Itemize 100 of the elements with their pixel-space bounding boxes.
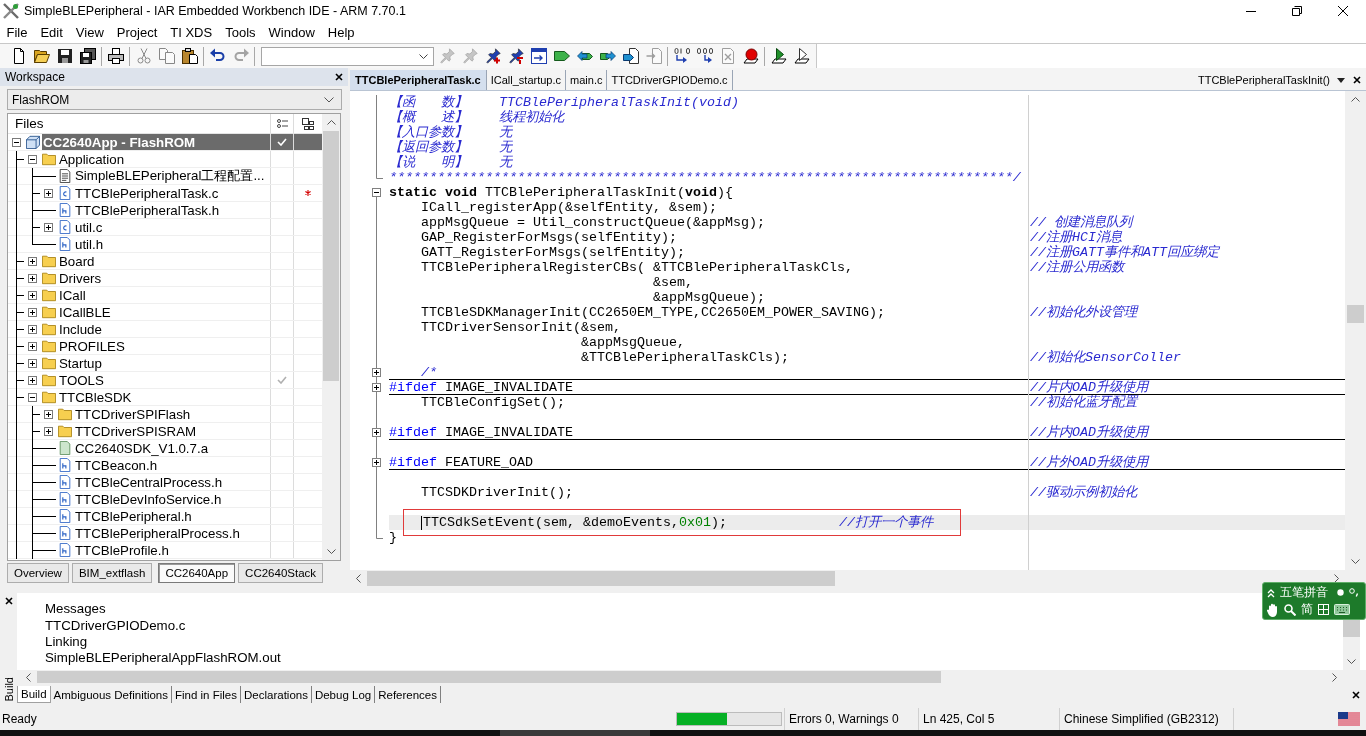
minimize-icon[interactable] [1246, 10, 1256, 12]
scrollbar-thumb[interactable] [323, 131, 339, 381]
play-icon[interactable] [770, 48, 787, 64]
function-dropdown[interactable]: TTCBlePeripheralTaskInit() [1197, 70, 1345, 90]
binary-arrow-icon[interactable] [673, 48, 690, 64]
plus-box-icon[interactable] [372, 368, 381, 377]
menu-item[interactable]: Window [262, 25, 322, 40]
plus-box-icon[interactable] [27, 375, 37, 385]
double-chevron-up-icon[interactable] [1267, 587, 1275, 598]
notepad-icon [58, 169, 72, 183]
punctuation-icon[interactable] [1349, 588, 1359, 597]
menu-item[interactable]: Tools [218, 25, 263, 40]
close-icon[interactable] [335, 73, 343, 81]
output-tab[interactable]: Debug Log [311, 686, 376, 703]
plus-box-icon[interactable] [43, 409, 53, 419]
output-tab[interactable]: Build [17, 686, 51, 703]
editor-tab[interactable]: ICall_startup.c [486, 70, 567, 90]
vertical-scrollbar[interactable] [322, 114, 340, 560]
minus-box-icon[interactable] [372, 188, 381, 197]
code-line: TTCSdkSetEvent(sem, &demoEvents,0x01); //打开一个事件 [423, 515, 933, 530]
plus-box-icon[interactable] [372, 458, 381, 467]
minus-box-icon[interactable] [11, 137, 21, 147]
plus-box-icon[interactable] [27, 341, 37, 351]
tag-icon[interactable] [553, 48, 570, 64]
find-combo-field[interactable] [261, 46, 434, 66]
restore-icon[interactable] [1292, 6, 1302, 16]
close-icon[interactable] [4, 597, 13, 605]
code-line: 【返回参数】 无 [389, 140, 512, 155]
charset-toggle[interactable]: 简 [1301, 601, 1313, 618]
dot-icon[interactable] [1337, 589, 1344, 596]
menu-item[interactable]: File [0, 25, 34, 40]
plus-box-icon[interactable] [43, 222, 53, 232]
code-file-icon [58, 543, 72, 557]
plus-box-icon[interactable] [372, 428, 381, 437]
pushpin-arrow-icon[interactable] [507, 48, 524, 64]
menu-item[interactable]: Help [321, 25, 362, 40]
hand-icon[interactable] [1267, 602, 1279, 617]
dot-on-plate-icon[interactable] [742, 48, 759, 64]
configuration-dropdown[interactable]: FlashROM [7, 89, 342, 110]
editor-tab[interactable]: main.c [566, 70, 608, 90]
plus-box-icon[interactable] [27, 273, 37, 283]
chevron-left-icon[interactable] [26, 672, 31, 682]
menu-item[interactable]: Project [110, 25, 164, 40]
minus-box-icon[interactable] [27, 392, 37, 402]
plus-box-icon[interactable] [43, 188, 53, 198]
chevron-left-icon[interactable] [356, 574, 361, 583]
tag-left-arrow-icon[interactable] [576, 48, 593, 64]
vertical-scrollbar[interactable] [1345, 91, 1366, 570]
search-icon[interactable] [1284, 603, 1296, 616]
chevron-right-icon[interactable] [1332, 672, 1337, 682]
output-tab[interactable]: Find in Files [172, 686, 241, 703]
chevron-down-icon[interactable] [1351, 559, 1360, 564]
plus-box-icon[interactable] [27, 290, 37, 300]
play-outline-icon[interactable] [793, 48, 810, 64]
keyboard-icon[interactable] [1334, 604, 1350, 615]
plus-box-icon[interactable] [372, 383, 381, 392]
workspace-tab[interactable]: CC2640App [158, 563, 236, 583]
caret-icon [419, 53, 428, 59]
plus-box-icon[interactable] [27, 358, 37, 368]
output-tab[interactable]: Declarations [241, 686, 312, 703]
scrollbar-thumb[interactable] [37, 671, 941, 683]
chevron-down-icon[interactable] [326, 549, 336, 554]
binary-arrow-icon[interactable] [696, 48, 713, 64]
code-line: &appMsgQueue); [652, 290, 765, 305]
clipboard-icon[interactable] [181, 48, 198, 64]
editor-tab[interactable]: TTCDriverGPIODemo.c [607, 70, 733, 90]
plus-box-icon[interactable] [27, 256, 37, 266]
workspace-tab[interactable]: BIM_extflash [71, 563, 153, 583]
chevron-up-icon[interactable] [326, 120, 336, 125]
open-folder-icon[interactable] [33, 48, 50, 64]
printer-icon[interactable] [107, 48, 124, 64]
window-title: SimpleBLEPeripheral - IAR Embedded Workbench IDE - ARM 7.70.1 [24, 4, 406, 18]
workspace-tab[interactable]: Overview [7, 563, 69, 583]
input-mode[interactable]: 五笔拼音 [1280, 584, 1328, 601]
editor-tab[interactable]: TTCBlePeripheralTask.c [350, 70, 487, 90]
chevron-down-icon[interactable] [1347, 659, 1356, 664]
output-tab[interactable]: Ambiguous Definitions [50, 686, 172, 703]
pushpin-plus-icon[interactable] [484, 48, 501, 64]
floppy-disks-icon[interactable] [79, 48, 96, 64]
chevron-up-icon[interactable] [1351, 97, 1360, 102]
close-icon[interactable] [1353, 76, 1361, 84]
close-icon[interactable] [1338, 6, 1348, 16]
menu-item[interactable]: Edit [33, 25, 70, 40]
plus-box-icon[interactable] [27, 307, 37, 317]
scrollbar-thumb[interactable] [1347, 305, 1364, 323]
menu-item[interactable]: TI XDS [163, 25, 219, 40]
flag-icon[interactable] [1338, 712, 1360, 726]
output-tab[interactable]: References [375, 686, 441, 703]
grid-icon[interactable] [1318, 604, 1329, 615]
menu-item[interactable]: View [69, 25, 111, 40]
workspace-tab[interactable]: CC2640Stack [238, 563, 324, 583]
close-icon[interactable] [1352, 690, 1360, 699]
plus-box-icon[interactable] [43, 426, 53, 436]
minus-box-icon[interactable] [27, 154, 37, 164]
scrollbar-thumb[interactable] [367, 571, 835, 586]
undo-icon[interactable] [209, 48, 226, 64]
tree-item[interactable]: CC2640App - FlashROM [42, 134, 322, 150]
plus-box-icon[interactable] [27, 324, 37, 334]
tag-pages-icon[interactable] [622, 48, 639, 64]
tag-right-arrow-icon[interactable] [599, 48, 616, 64]
